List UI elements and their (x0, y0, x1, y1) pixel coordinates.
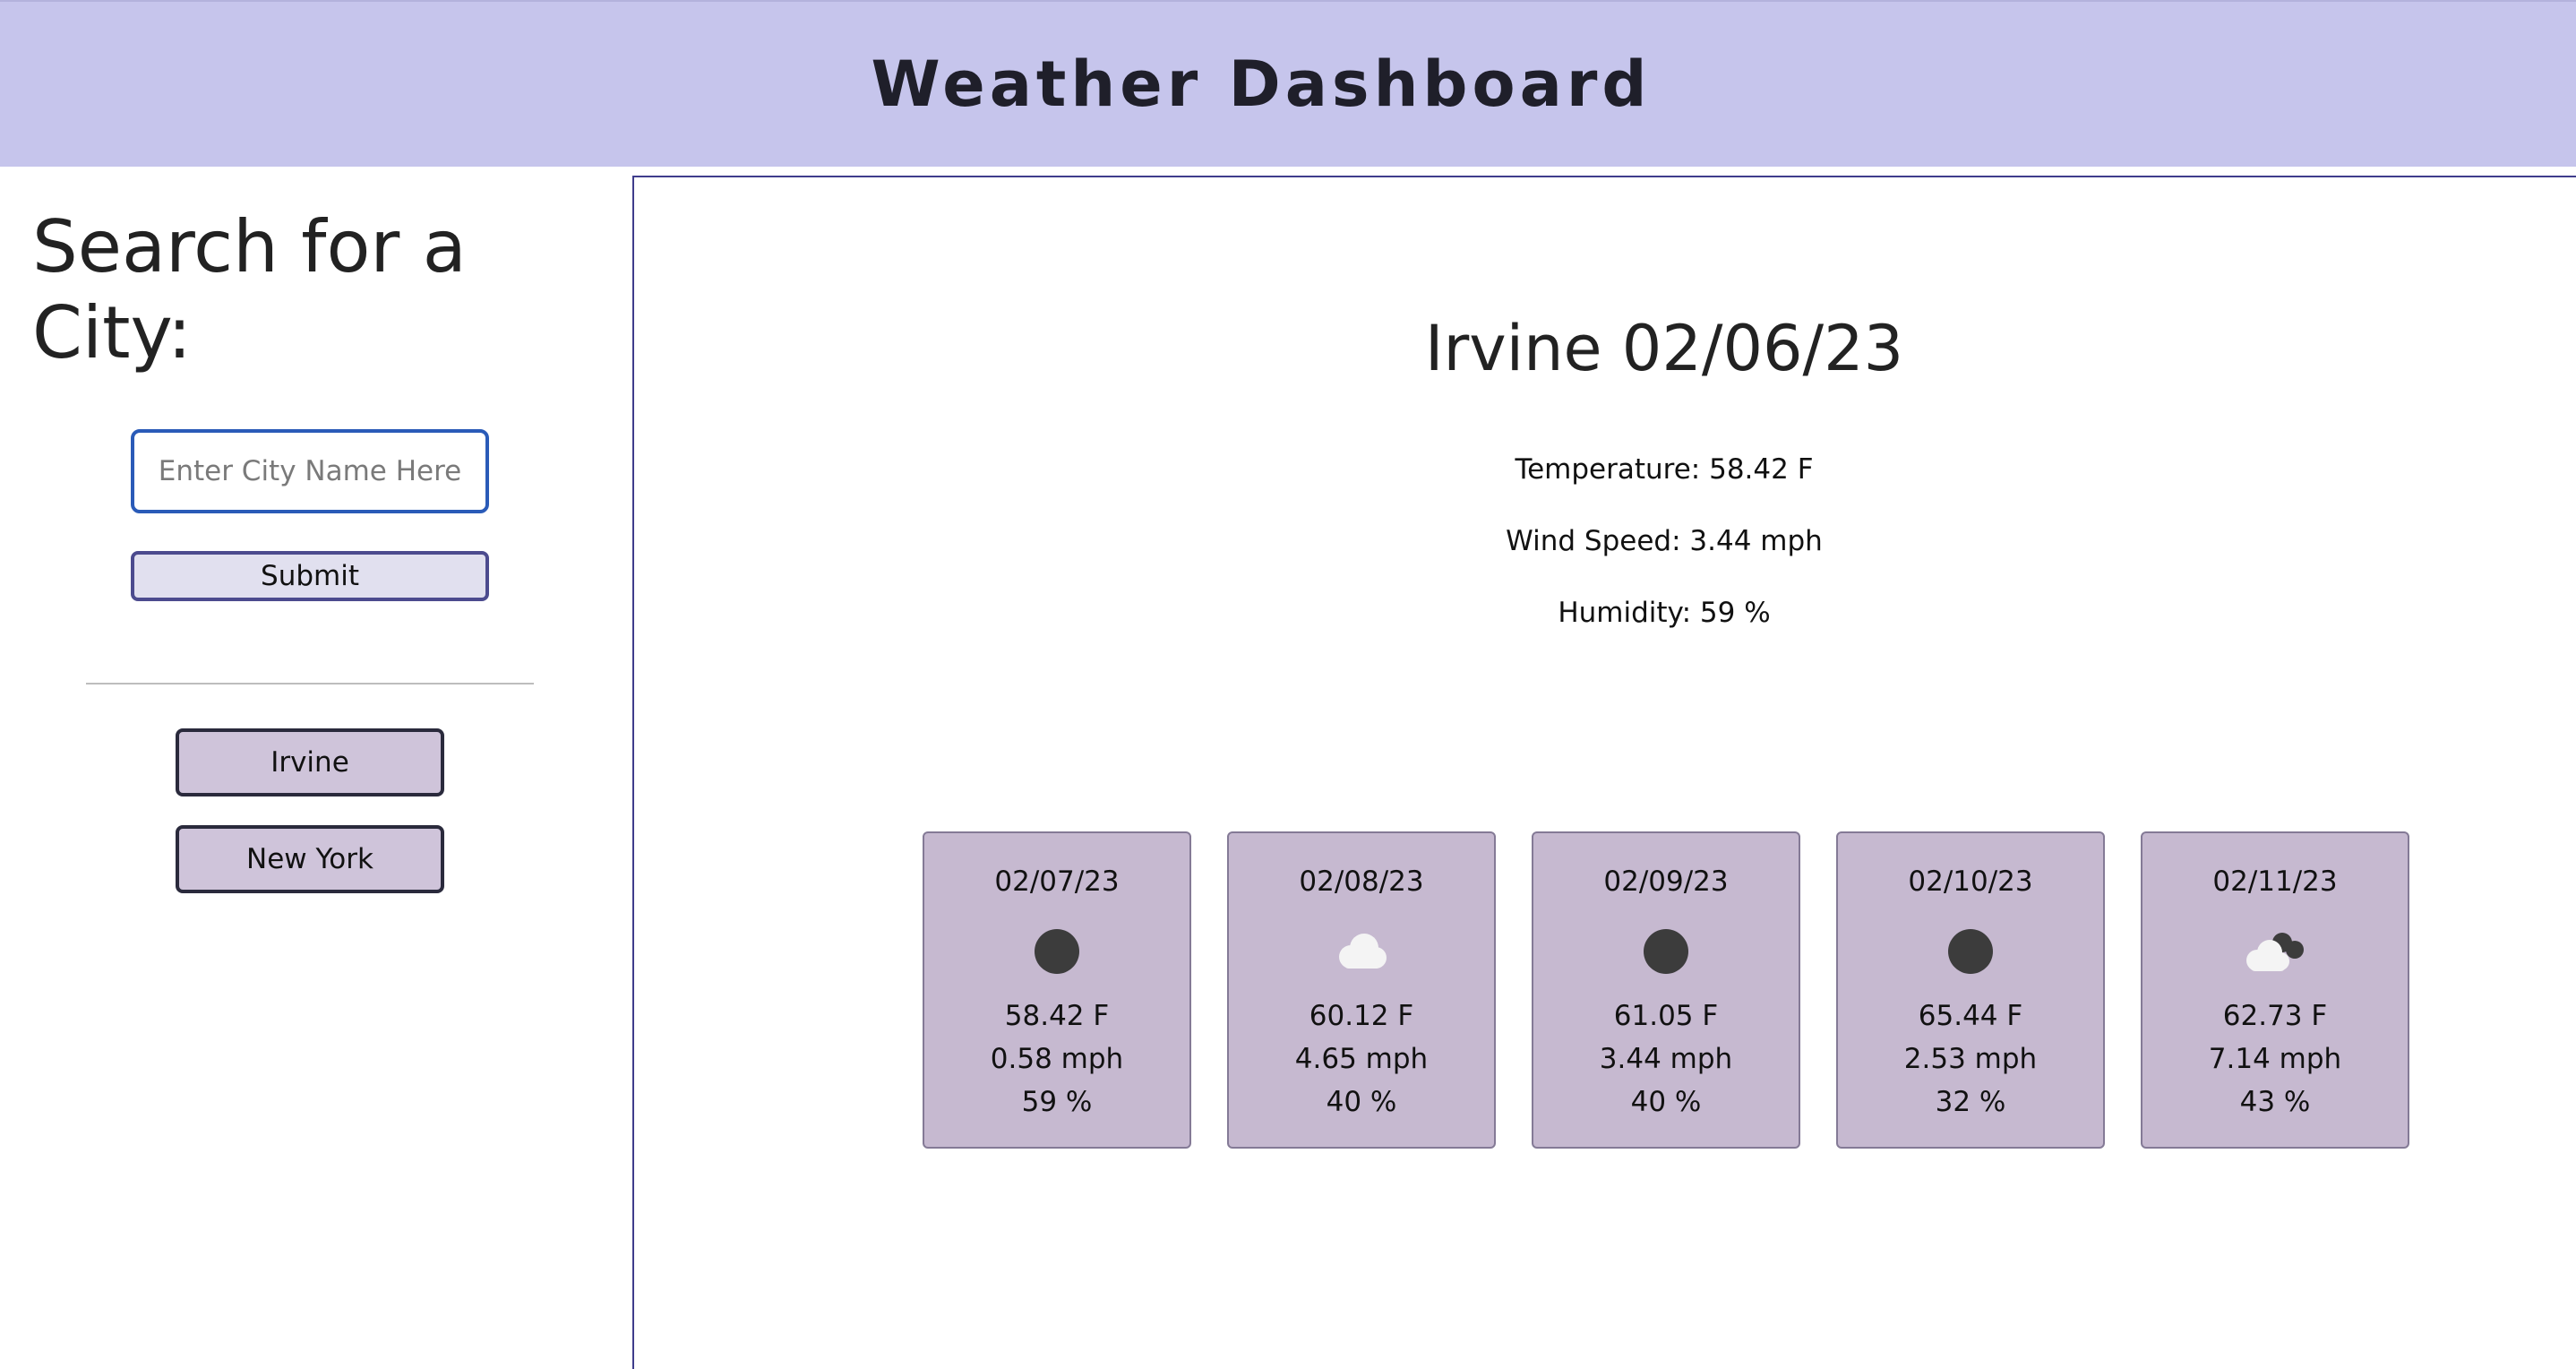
current-wind-speed: Wind Speed: 3.44 mph (1506, 525, 1823, 557)
current-humidity: Humidity: 59 % (1558, 597, 1771, 629)
forecast-humidity: 59 % (1021, 1086, 1093, 1118)
forecast-wind: 2.53 mph (1903, 1043, 2038, 1075)
sidebar-divider (86, 683, 534, 684)
forecast-humidity: 40 % (1630, 1086, 1702, 1118)
forecast-card: 02/09/23 61.05 F 3.44 mph 40 % (1532, 831, 1800, 1149)
forecast-date: 02/10/23 (1908, 865, 2033, 898)
forecast-temperature: 61.05 F (1613, 1000, 1719, 1032)
page-title: Weather Dashboard (871, 47, 1652, 121)
forecast-wind: 0.58 mph (990, 1043, 1124, 1075)
forecast-temperature: 62.73 F (2222, 1000, 2328, 1032)
forecast-date: 02/07/23 (994, 865, 1120, 898)
forecast-card: 02/10/23 65.44 F 2.53 mph 32 % (1836, 831, 2105, 1149)
moon-icon (1838, 926, 2103, 977)
forecast-humidity: 32 % (1935, 1086, 2006, 1118)
broken-clouds-icon (2142, 926, 2408, 977)
forecast-card: 02/11/23 62.73 F 7.14 mph 43 % (2141, 831, 2409, 1149)
forecast-temperature: 65.44 F (1918, 1000, 2023, 1032)
current-temperature: Temperature: 58.42 F (1515, 453, 1814, 486)
page-header: Weather Dashboard (0, 0, 2576, 167)
forecast-date: 02/11/23 (2212, 865, 2338, 898)
history-button-new-york[interactable]: New York (176, 825, 444, 893)
forecast-date: 02/09/23 (1603, 865, 1729, 898)
forecast-wind: 4.65 mph (1294, 1043, 1429, 1075)
forecast-date: 02/08/23 (1299, 865, 1424, 898)
forecast-temperature: 60.12 F (1309, 1000, 1414, 1032)
search-heading: Search for a City: (32, 205, 467, 375)
forecast-temperature: 58.42 F (1004, 1000, 1110, 1032)
current-city-date: Irvine 02/06/23 (1424, 312, 1904, 385)
forecast-humidity: 40 % (1326, 1086, 1397, 1118)
city-search-input[interactable] (131, 429, 489, 513)
forecast-humidity: 43 % (2239, 1086, 2311, 1118)
history-button-irvine[interactable]: Irvine (176, 728, 444, 796)
forecast-wind: 7.14 mph (2208, 1043, 2342, 1075)
forecast-card: 02/08/23 60.12 F 4.65 mph 40 % (1227, 831, 1496, 1149)
forecast-card: 02/07/23 58.42 F 0.58 mph 59 % (923, 831, 1191, 1149)
forecast-wind: 3.44 mph (1599, 1043, 1733, 1075)
submit-button[interactable]: Submit (131, 551, 489, 601)
moon-icon (1533, 926, 1799, 977)
moon-icon (924, 926, 1189, 977)
search-sidebar: Search for a City: Submit Irvine New Yor… (0, 167, 632, 1369)
weather-main-panel: Irvine 02/06/23 Temperature: 58.42 F Win… (632, 176, 2576, 1369)
cloud-icon (1229, 926, 1494, 977)
